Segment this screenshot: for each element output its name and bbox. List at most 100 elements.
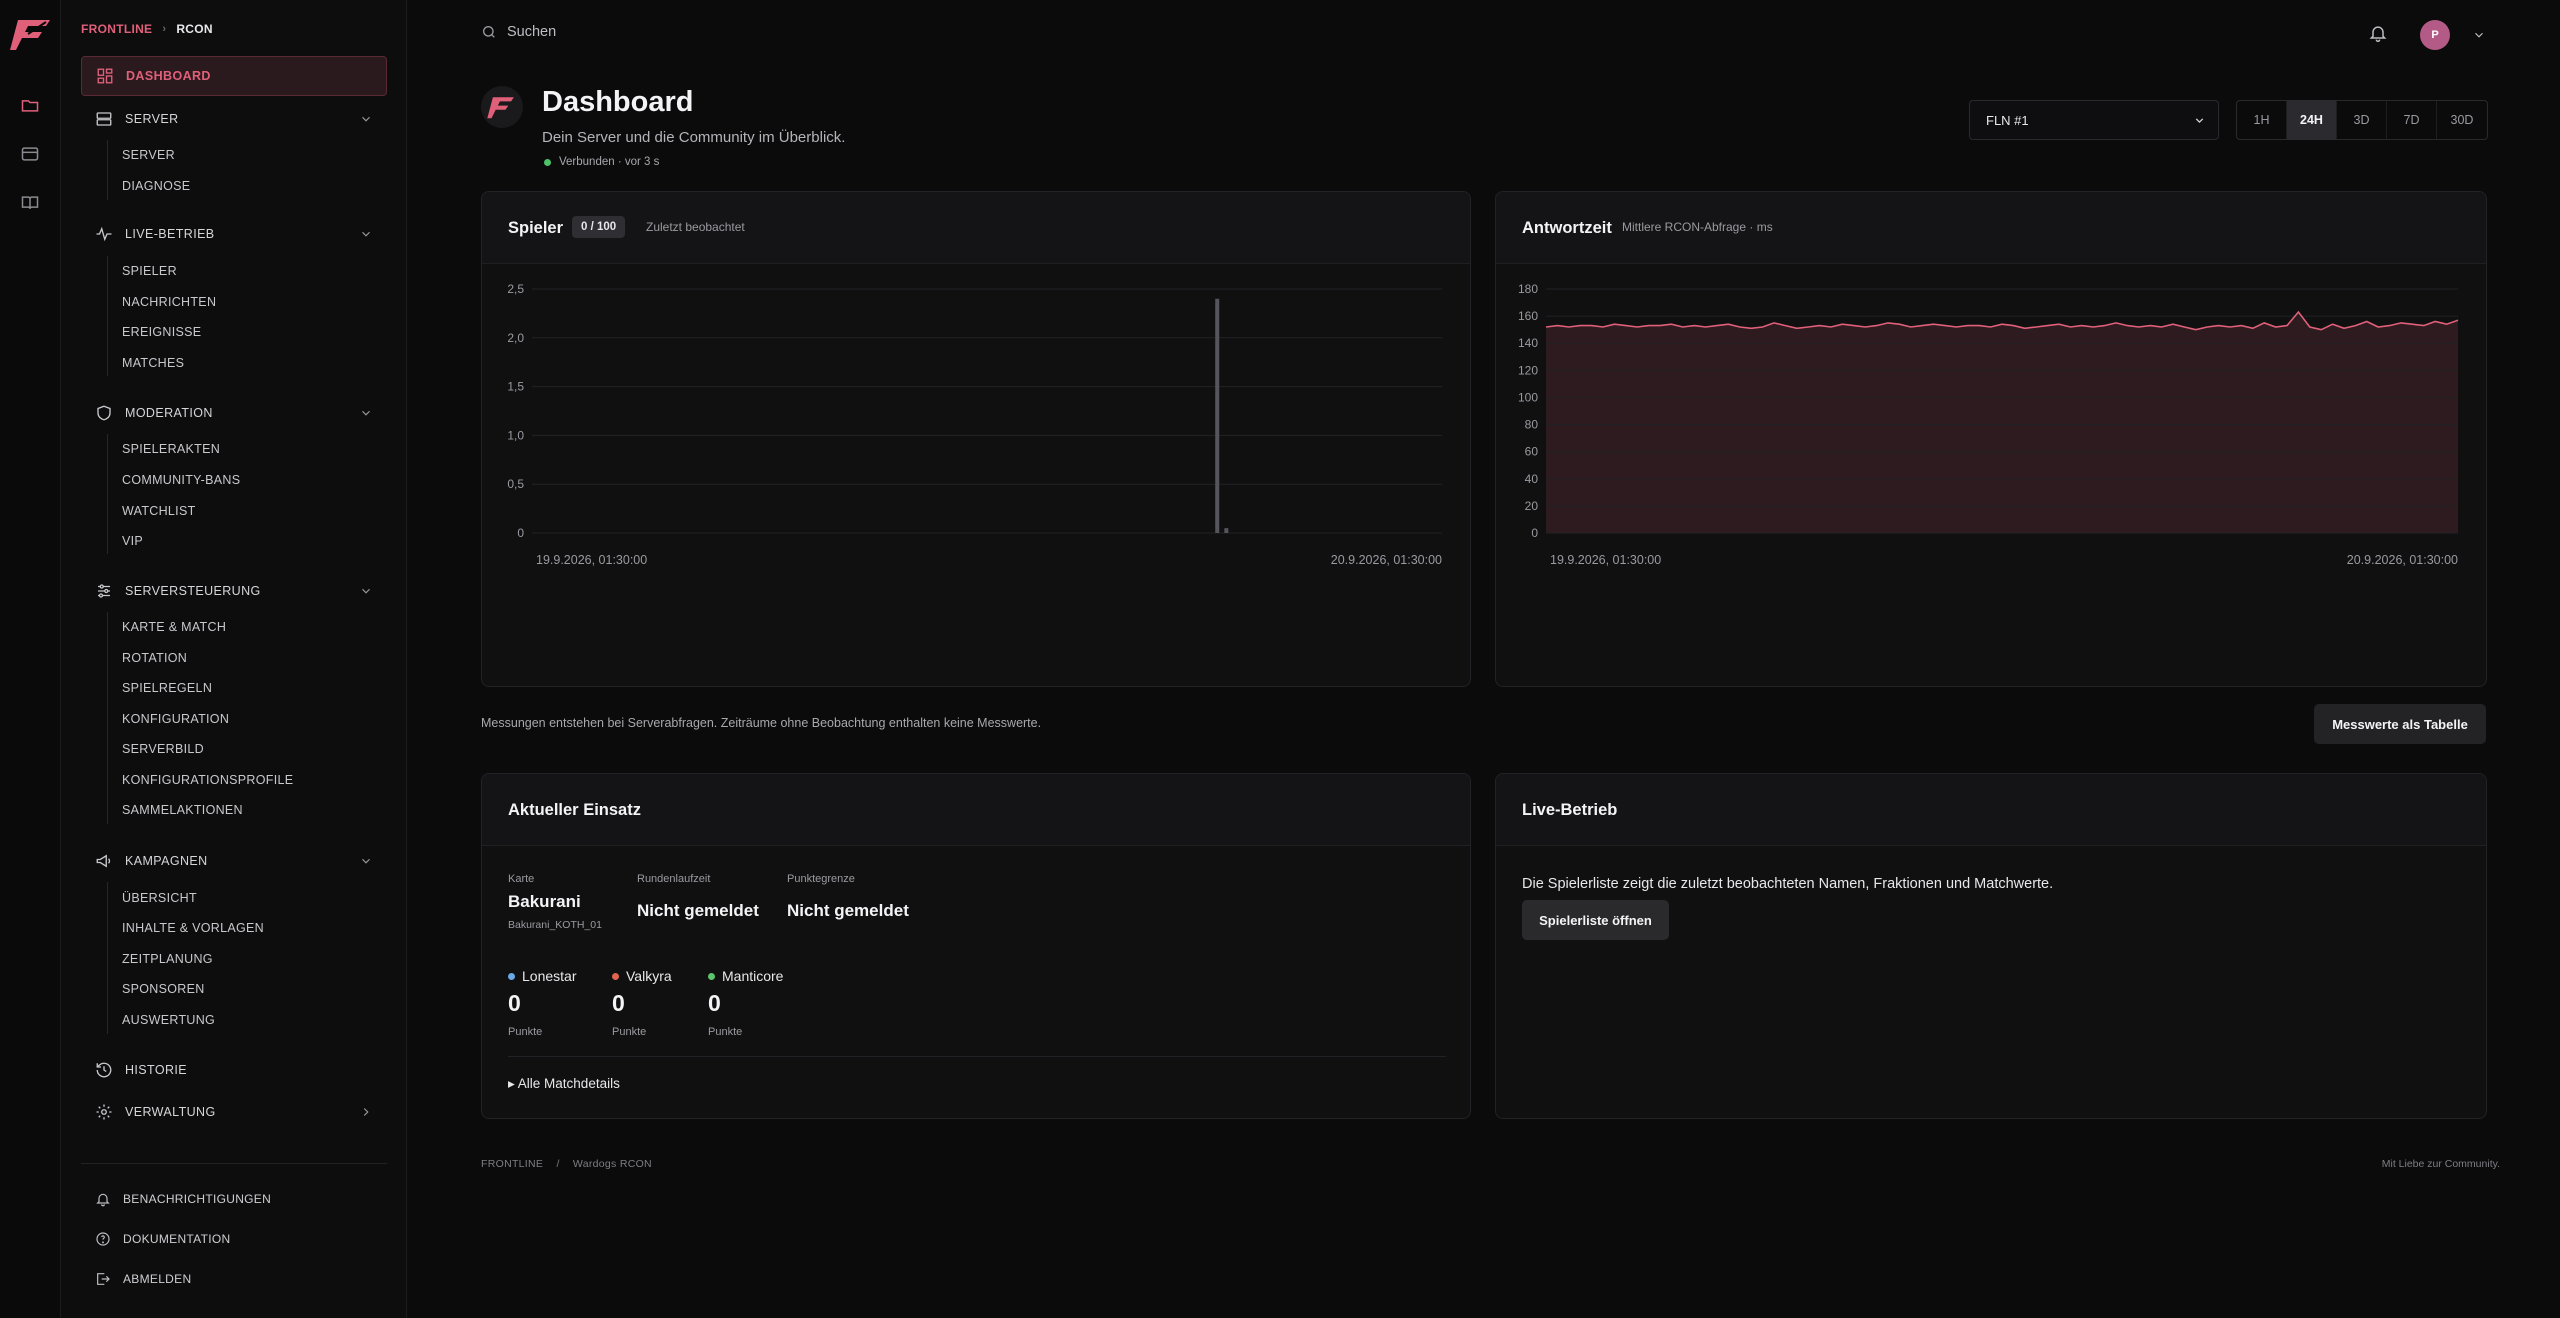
sidebar-item-vip[interactable]: VIP bbox=[122, 534, 143, 548]
sidebar-section-serversteuerung[interactable]: SERVERSTEUERUNG bbox=[81, 575, 387, 607]
match-details-toggle[interactable]: ▸ Alle Matchdetails bbox=[508, 1076, 620, 1092]
status-text: Verbunden · vor 3 s bbox=[559, 156, 660, 168]
y-tick-label: 0 bbox=[1531, 526, 1538, 540]
sidebar-item-spielregeln[interactable]: SPIELREGELN bbox=[122, 681, 212, 695]
sidebar-item-inhalte-vorlagen[interactable]: INHALTE & VORLAGEN bbox=[122, 921, 264, 935]
team-name: Manticore bbox=[722, 968, 784, 984]
folder-icon[interactable] bbox=[18, 93, 42, 117]
sidebar-item-nachrichten[interactable]: NACHRICHTEN bbox=[122, 295, 216, 309]
card-title: Live-Betrieb bbox=[1522, 801, 1618, 819]
sidebar-item-diagnose[interactable]: DIAGNOSE bbox=[122, 179, 190, 193]
sidebar-item-karte-match[interactable]: KARTE & MATCH bbox=[122, 620, 226, 634]
sidebar-item-konfigurationsprofile[interactable]: KONFIGURATIONSPROFILE bbox=[122, 773, 293, 787]
team-unit: Punkte bbox=[508, 1026, 543, 1038]
sidebar-item-spielerakten[interactable]: SPIELERAKTEN bbox=[122, 442, 220, 456]
range-30d[interactable]: 30D bbox=[2437, 101, 2487, 139]
server-select[interactable]: FLN #1 bbox=[1969, 100, 2219, 140]
chevron-down-icon[interactable] bbox=[359, 227, 373, 241]
sidebar-item-serverbild[interactable]: SERVERBILD bbox=[122, 742, 204, 756]
card-title: Aktueller Einsatz bbox=[508, 801, 641, 819]
sidebar-item-rotation[interactable]: ROTATION bbox=[122, 651, 187, 665]
sidebar-section-verwaltung[interactable]: VERWALTUNG bbox=[81, 1096, 387, 1128]
map-value: Bakurani bbox=[508, 892, 581, 911]
sidebar-item-konfiguration[interactable]: KONFIGURATION bbox=[122, 712, 229, 726]
sidebar-item-sammelaktionen[interactable]: SAMMELAKTIONEN bbox=[122, 803, 243, 817]
server-select-value: FLN #1 bbox=[1986, 112, 2029, 128]
sidebar-section-live[interactable]: LIVE-BETRIEB bbox=[81, 218, 387, 250]
players-chart: 0 0,5 1,0 1,5 2,0 2,5 19.9.2026, 01:30:00 20.9.… bbox=[507, 282, 1442, 567]
team-name: Lonestar bbox=[522, 968, 577, 984]
chevron-right-icon[interactable] bbox=[359, 1105, 373, 1119]
avatar[interactable]: P bbox=[2420, 20, 2450, 50]
frontline-logo[interactable] bbox=[10, 14, 52, 54]
sidebar-item-label: BENACHRICHTIGUNGEN bbox=[123, 1192, 272, 1206]
round-value: Nicht gemeldet bbox=[637, 901, 759, 920]
sidebar-item-benachrichtigungen[interactable]: BENACHRICHTIGUNGEN bbox=[95, 1191, 271, 1207]
limit-value: Nicht gemeldet bbox=[787, 901, 909, 920]
gear-icon bbox=[96, 1104, 112, 1120]
range-7d[interactable]: 7D bbox=[2387, 101, 2437, 139]
chevron-right-icon: › bbox=[162, 23, 167, 35]
y-tick-label: 2,0 bbox=[507, 331, 524, 345]
breadcrumb-frontline[interactable]: FRONTLINE bbox=[81, 22, 152, 36]
search-icon bbox=[483, 26, 495, 38]
section-label: SERVERSTEUERUNG bbox=[125, 584, 261, 598]
chevron-down-icon[interactable] bbox=[359, 584, 373, 598]
footer-tagline: Mit Liebe zur Community. bbox=[2381, 1158, 2500, 1170]
sidebar-section-kampagnen[interactable]: KAMPAGNEN bbox=[81, 845, 387, 877]
round-label: Rundenlaufzeit bbox=[637, 873, 711, 885]
book-icon[interactable] bbox=[18, 191, 42, 215]
sidebar-item-server[interactable]: SERVER bbox=[122, 148, 175, 162]
latency-area bbox=[1546, 312, 2458, 533]
y-tick-label: 2,5 bbox=[507, 282, 524, 296]
sidebar-item-watchlist[interactable]: WATCHLIST bbox=[122, 504, 196, 518]
range-24h[interactable]: 24H bbox=[2287, 101, 2337, 139]
chevron-down-icon[interactable] bbox=[359, 854, 373, 868]
divider bbox=[508, 1056, 1446, 1057]
bell-icon[interactable] bbox=[2368, 23, 2388, 43]
range-3d[interactable]: 3D bbox=[2337, 101, 2387, 139]
sidebar-item-ereignisse[interactable]: EREIGNISSE bbox=[122, 325, 201, 339]
range-1h[interactable]: 1H bbox=[2237, 101, 2287, 139]
footer-left: FRONTLINE / Wardogs RCON bbox=[481, 1158, 652, 1170]
sidebar-divider bbox=[81, 1163, 387, 1164]
card-header bbox=[482, 192, 1470, 264]
breadcrumb: FRONTLINE › RCON bbox=[81, 22, 213, 36]
topbar: Suchen P bbox=[407, 0, 2560, 70]
chevron-down-icon[interactable] bbox=[359, 406, 373, 420]
breadcrumb-rcon[interactable]: RCON bbox=[176, 22, 213, 36]
search-input[interactable]: Suchen bbox=[481, 24, 556, 40]
team-color-dot bbox=[708, 972, 715, 980]
x-tick-label: 20.9.2026, 01:30:00 bbox=[2347, 553, 2458, 567]
footer-brand[interactable]: FRONTLINE bbox=[481, 1158, 543, 1170]
sidebar-section-server[interactable]: SERVER bbox=[81, 103, 387, 135]
map-id: Bakurani_KOTH_01 bbox=[508, 919, 602, 931]
card-note: Zuletzt beobachtet bbox=[646, 220, 745, 234]
sidebar-item-dokumentation[interactable]: DOKUMENTATION bbox=[95, 1231, 230, 1247]
sidebar-item-matches[interactable]: MATCHES bbox=[122, 356, 184, 370]
deployment-card: Aktueller Einsatz Karte Bakurani Bakuran… bbox=[481, 773, 1471, 1119]
main-content: Suchen P Dashboard Dein Server und die C… bbox=[407, 0, 2560, 1318]
sidebar-item-historie[interactable]: HISTORIE bbox=[81, 1054, 387, 1086]
sidebar-item-sponsoren[interactable]: SPONSOREN bbox=[122, 982, 205, 996]
table-view-button[interactable]: Messwerte als Tabelle bbox=[2314, 704, 2486, 744]
y-tick-label: 1,5 bbox=[507, 380, 524, 394]
sidebar-item-dashboard[interactable]: DASHBOARD bbox=[81, 56, 387, 96]
sidebar-item-label: HISTORIE bbox=[125, 1063, 188, 1077]
team-name: Valkyra bbox=[626, 968, 672, 984]
sidebar-item-zeitplanung[interactable]: ZEITPLANUNG bbox=[122, 952, 213, 966]
open-player-list-button[interactable]: Spielerliste öffnen bbox=[1522, 900, 1669, 940]
chevron-down-icon[interactable] bbox=[359, 112, 373, 126]
chevron-down-icon[interactable] bbox=[2472, 28, 2486, 42]
team-unit: Punkte bbox=[612, 1026, 647, 1038]
card-title: Antwortzeit bbox=[1522, 219, 1612, 237]
sidebar-item-auswertung[interactable]: AUSWERTUNG bbox=[122, 1013, 215, 1027]
sidebar-item-spieler[interactable]: SPIELER bbox=[122, 264, 177, 278]
team-color-dot bbox=[612, 972, 619, 980]
player-bar bbox=[1215, 298, 1220, 533]
sidebar-item-abmelden[interactable]: ABMELDEN bbox=[95, 1271, 191, 1287]
sidebar-item-uebersicht[interactable]: ÜBERSICHT bbox=[122, 891, 197, 905]
sidebar-item-community-bans[interactable]: COMMUNITY-BANS bbox=[122, 473, 240, 487]
card-icon[interactable] bbox=[18, 142, 42, 166]
sidebar-section-moderation[interactable]: MODERATION bbox=[81, 397, 387, 429]
